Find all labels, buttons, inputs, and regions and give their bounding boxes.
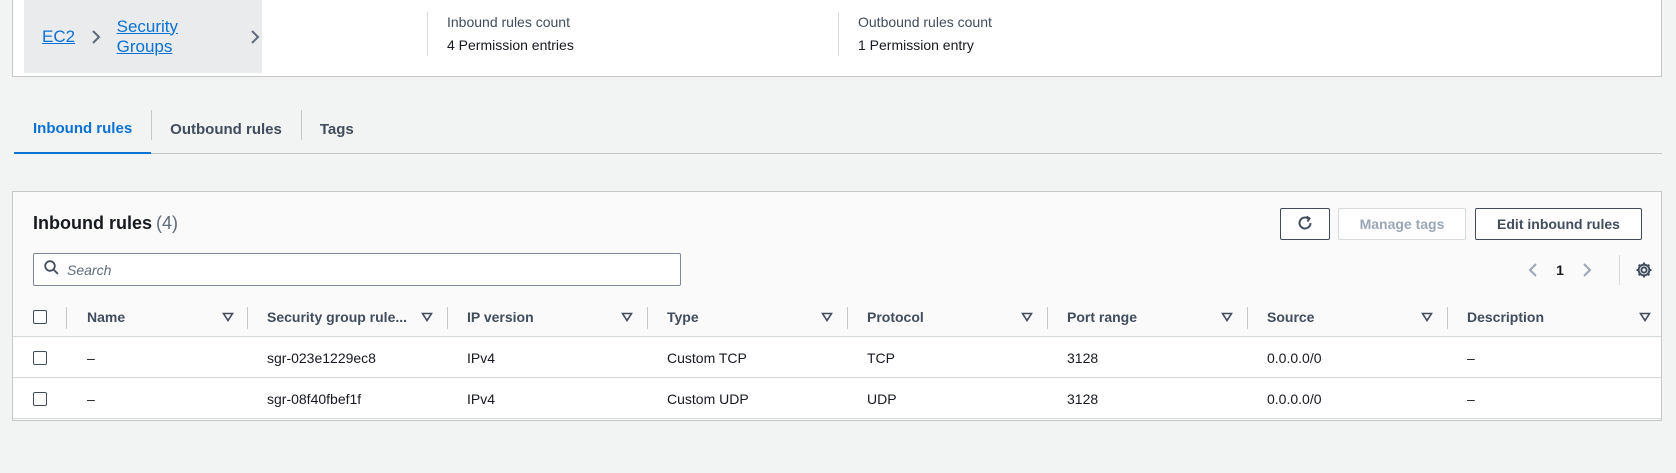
- cell-rule-id[interactable]: sgr-023e1229ec8: [267, 338, 376, 378]
- rules-count: (4): [156, 213, 178, 233]
- sort-down-icon[interactable]: [621, 311, 633, 323]
- breadcrumb: EC2 Security Groups: [24, 0, 262, 73]
- cell-name: –: [87, 391, 95, 407]
- inbound-rules-panel: Inbound rules (4) Manage tags Edit inboun…: [12, 191, 1662, 421]
- panel-title: Inbound rules (4): [33, 213, 178, 234]
- chevron-right-icon: [248, 28, 262, 46]
- cell-type: Custom TCP: [667, 350, 747, 366]
- cell-name: –: [87, 350, 95, 366]
- column-divider[interactable]: [447, 307, 448, 329]
- table-row[interactable]: – sgr-023e1229ec8 IPv4 Custom TCP TCP 31…: [13, 338, 1661, 378]
- cell-protocol: TCP: [867, 350, 895, 366]
- column-divider[interactable]: [1447, 307, 1448, 329]
- previous-page-icon[interactable]: [1521, 258, 1545, 282]
- tab-bar: Inbound rules Outbound rules Tags: [14, 104, 1662, 154]
- column-divider[interactable]: [647, 307, 648, 329]
- column-header-source[interactable]: Source: [1267, 297, 1314, 337]
- tab-inbound-rules[interactable]: Inbound rules: [14, 104, 152, 154]
- page-number[interactable]: 1: [1545, 262, 1575, 278]
- search-field: [33, 253, 681, 286]
- column-header-port-range[interactable]: Port range: [1067, 297, 1137, 337]
- row-checkbox[interactable]: [33, 338, 47, 378]
- cell-port-range: 3128: [1067, 391, 1099, 407]
- sort-down-icon[interactable]: [1421, 311, 1433, 323]
- column-header-ip-version[interactable]: IP version: [467, 297, 534, 337]
- chevron-right-icon: [89, 28, 103, 46]
- cell-protocol: UDP: [867, 391, 897, 407]
- security-group-summary: EC2 Security Groups Inbound rules count …: [12, 0, 1662, 77]
- sort-down-icon[interactable]: [222, 311, 234, 323]
- row-checkbox[interactable]: [33, 379, 47, 419]
- pagination: 1: [1521, 253, 1599, 286]
- column-header-name[interactable]: Name: [87, 297, 125, 337]
- select-all-checkbox[interactable]: [33, 297, 47, 337]
- search-icon: [44, 259, 59, 280]
- column-header-type[interactable]: Type: [667, 297, 699, 337]
- sort-down-icon[interactable]: [421, 311, 433, 323]
- sort-down-icon[interactable]: [1639, 311, 1651, 323]
- inbound-rules-count-value: 4 Permission entries: [447, 37, 574, 53]
- column-divider: [66, 307, 67, 329]
- sort-down-icon[interactable]: [1221, 311, 1233, 323]
- breadcrumb-security-groups-link[interactable]: Security Groups: [117, 17, 235, 57]
- next-page-icon[interactable]: [1575, 258, 1599, 282]
- outbound-rules-count-label: Outbound rules count: [858, 14, 992, 30]
- column-divider[interactable]: [247, 307, 248, 329]
- column-header-protocol[interactable]: Protocol: [867, 297, 924, 337]
- outbound-rules-count-value: 1 Permission entry: [858, 37, 974, 53]
- cell-source: 0.0.0.0/0: [1267, 350, 1322, 366]
- column-header-description[interactable]: Description: [1467, 297, 1544, 337]
- manage-tags-button[interactable]: Manage tags: [1338, 208, 1466, 240]
- cell-type: Custom UDP: [667, 391, 749, 407]
- tab-tags[interactable]: Tags: [300, 104, 373, 154]
- cell-ip-version: IPv4: [467, 350, 496, 366]
- cell-description: –: [1467, 350, 1475, 366]
- column-header-rule-id[interactable]: Security group rule...: [267, 297, 407, 337]
- cell-description: –: [1467, 391, 1475, 407]
- column-divider[interactable]: [1047, 307, 1048, 329]
- cell-rule-id[interactable]: sgr-08f40fbef1f: [267, 379, 361, 419]
- table-header: Name Security group rule... IP version T…: [13, 297, 1661, 337]
- panel-title-text: Inbound rules: [33, 213, 152, 233]
- refresh-button[interactable]: [1280, 208, 1330, 240]
- breadcrumb-ec2-link[interactable]: EC2: [42, 27, 75, 47]
- cell-ip-version: IPv4: [467, 391, 496, 407]
- edit-inbound-rules-button[interactable]: Edit inbound rules: [1475, 208, 1642, 240]
- column-divider[interactable]: [847, 307, 848, 329]
- inbound-rules-count-label: Inbound rules count: [447, 14, 570, 30]
- column-divider[interactable]: [1247, 307, 1248, 329]
- sort-down-icon[interactable]: [821, 311, 833, 323]
- table-row[interactable]: – sgr-08f40fbef1f IPv4 Custom UDP UDP 31…: [13, 379, 1661, 419]
- search-input[interactable]: [67, 261, 657, 278]
- pager-divider: [1619, 255, 1620, 285]
- sort-down-icon[interactable]: [1021, 311, 1033, 323]
- refresh-icon: [1296, 214, 1314, 235]
- tab-outbound-rules[interactable]: Outbound rules: [151, 104, 301, 154]
- cell-port-range: 3128: [1067, 350, 1099, 366]
- gear-icon[interactable]: [1629, 253, 1659, 286]
- inbound-rules-count: Inbound rules count 4 Permission entries: [427, 12, 574, 56]
- cell-source: 0.0.0.0/0: [1267, 391, 1322, 407]
- outbound-rules-count: Outbound rules count 1 Permission entry: [838, 12, 992, 56]
